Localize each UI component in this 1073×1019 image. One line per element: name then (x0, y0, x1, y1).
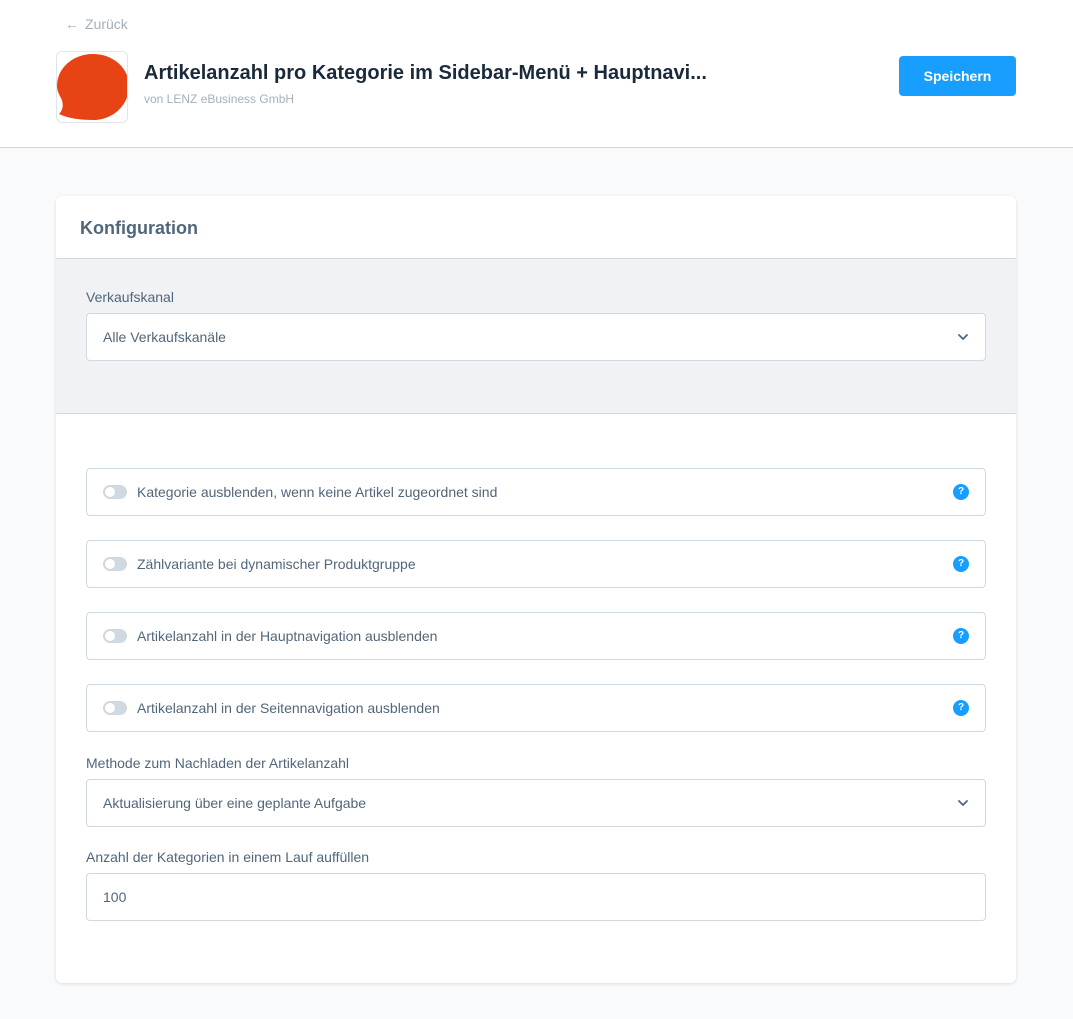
app-logo (56, 51, 128, 123)
toggle-row-count-variant: Zählvariante bei dynamischer Produktgrup… (86, 540, 986, 588)
chevron-down-icon (958, 800, 968, 806)
toggle-label: Kategorie ausblenden, wenn keine Artikel… (137, 484, 498, 500)
toggle-switch[interactable] (103, 701, 127, 715)
card-header: Konfiguration (56, 196, 1016, 259)
toggle-switch[interactable] (103, 557, 127, 571)
toggle-label: Artikelanzahl in der Seitennavigation au… (137, 700, 440, 716)
sales-channel-section: Verkaufskanal Alle Verkaufskanäle (56, 259, 1016, 414)
toggle-label: Zählvariante bei dynamischer Produktgrup… (137, 556, 416, 572)
save-button[interactable]: Speichern (899, 56, 1016, 96)
help-icon[interactable]: ? (953, 556, 969, 572)
help-icon[interactable]: ? (953, 484, 969, 500)
batch-size-label: Anzahl der Kategorien in einem Lauf auff… (86, 849, 370, 865)
reload-method-value: Aktualisierung über eine geplante Aufgab… (103, 795, 367, 811)
back-link[interactable]: ← Zurück (65, 16, 128, 32)
toggle-switch[interactable] (103, 485, 127, 499)
reload-method-select[interactable]: Aktualisierung über eine geplante Aufgab… (86, 779, 986, 827)
speech-bubble-logo-icon (57, 54, 127, 120)
toggle-label: Artikelanzahl in der Hauptnavigation aus… (137, 628, 438, 644)
toggle-row-hide-side-nav-count: Artikelanzahl in der Seitennavigation au… (86, 684, 986, 732)
app-vendor: von LENZ eBusiness GmbH (144, 92, 295, 106)
toggle-switch[interactable] (103, 629, 127, 643)
sales-channel-label: Verkaufskanal (86, 289, 174, 305)
help-icon[interactable]: ? (953, 628, 969, 644)
back-label: Zurück (85, 16, 128, 32)
arrow-left-icon: ← (65, 16, 79, 32)
sales-channel-select[interactable]: Alle Verkaufskanäle (86, 313, 986, 361)
batch-size-input[interactable] (86, 873, 986, 921)
sales-channel-value: Alle Verkaufskanäle (103, 329, 226, 345)
toggle-row-hide-main-nav-count: Artikelanzahl in der Hauptnavigation aus… (86, 612, 986, 660)
toggle-row-hide-empty-category: Kategorie ausblenden, wenn keine Artikel… (86, 468, 986, 516)
help-icon[interactable]: ? (953, 700, 969, 716)
configuration-card: Konfiguration Verkaufskanal Alle Verkauf… (56, 196, 1016, 983)
reload-method-label: Methode zum Nachladen der Artikelanzahl (86, 755, 350, 771)
page-header: ← Zurück Artikelanzahl pro Kategorie im … (0, 0, 1073, 148)
chevron-down-icon (958, 334, 968, 340)
settings-section: Kategorie ausblenden, wenn keine Artikel… (56, 414, 1016, 982)
card-title: Konfiguration (80, 218, 198, 238)
app-title: Artikelanzahl pro Kategorie im Sidebar-M… (144, 62, 707, 84)
